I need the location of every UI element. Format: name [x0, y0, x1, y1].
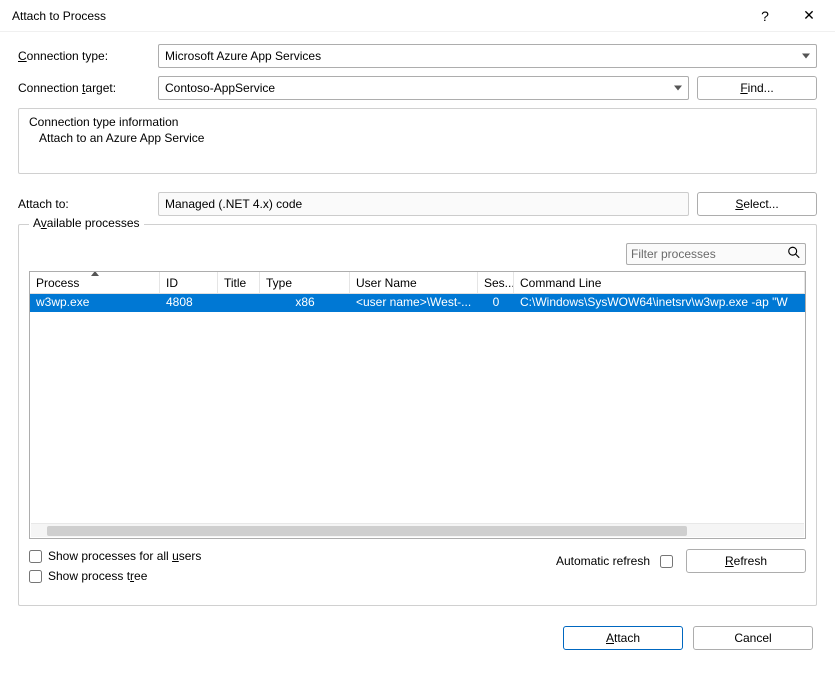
connection-type-label: Connection type: [18, 49, 158, 63]
connection-info-heading: Connection type information [29, 115, 806, 129]
table-row[interactable]: w3wp.exe 4808 x86 <user name>\West-... 0… [30, 294, 805, 312]
chevron-down-icon [802, 54, 810, 59]
table-header: Process ID Title Type User Name Ses... C… [30, 272, 805, 294]
title-bar: Attach to Process ? ✕ [0, 0, 835, 32]
find-button[interactable]: Find... [697, 76, 817, 100]
show-all-users-input[interactable] [29, 550, 42, 563]
scrollbar-thumb[interactable] [47, 526, 687, 536]
search-icon [787, 246, 801, 263]
select-button[interactable]: Select... [697, 192, 817, 216]
sort-asc-icon [91, 272, 99, 276]
show-process-tree-checkbox[interactable]: Show process tree [29, 569, 201, 583]
connection-target-combo[interactable]: Contoso-AppService [158, 76, 689, 100]
col-cmdline[interactable]: Command Line [514, 272, 805, 293]
connection-type-combo[interactable]: Microsoft Azure App Services [158, 44, 817, 68]
col-process[interactable]: Process [30, 272, 160, 293]
cell-cmdline: C:\Windows\SysWOW64\inetsrv\w3wp.exe -ap… [514, 294, 805, 312]
table-empty-area [30, 312, 805, 523]
process-table[interactable]: Process ID Title Type User Name Ses... C… [29, 271, 806, 539]
automatic-refresh-input[interactable] [660, 555, 673, 568]
available-processes-group: Available processes Filter processes Pro… [18, 224, 817, 606]
connection-info-box: Connection type information Attach to an… [18, 108, 817, 174]
horizontal-scrollbar[interactable] [31, 523, 804, 537]
cell-process: w3wp.exe [30, 294, 160, 312]
attach-to-field[interactable]: Managed (.NET 4.x) code [158, 192, 689, 216]
col-title[interactable]: Title [218, 272, 260, 293]
connection-type-value: Microsoft Azure App Services [165, 49, 321, 63]
close-button[interactable]: ✕ [787, 0, 831, 32]
col-type[interactable]: Type [260, 272, 350, 293]
help-button[interactable]: ? [743, 0, 787, 32]
cell-id: 4808 [160, 294, 218, 312]
filter-placeholder: Filter processes [631, 247, 716, 261]
attach-button[interactable]: Attach [563, 626, 683, 650]
connection-target-value: Contoso-AppService [165, 81, 275, 95]
cell-user: <user name>\West-... [350, 294, 478, 312]
attach-to-label: Attach to: [18, 197, 158, 211]
available-processes-legend: Available processes [29, 216, 144, 230]
filter-processes-input[interactable]: Filter processes [626, 243, 806, 265]
col-session[interactable]: Ses... [478, 272, 514, 293]
attach-to-value: Managed (.NET 4.x) code [165, 197, 302, 211]
col-user[interactable]: User Name [350, 272, 478, 293]
cell-type: x86 [260, 294, 350, 312]
window-title: Attach to Process [12, 9, 106, 23]
cell-title [218, 294, 260, 312]
chevron-down-icon [674, 86, 682, 91]
cancel-button[interactable]: Cancel [693, 626, 813, 650]
connection-info-line: Attach to an Azure App Service [29, 131, 806, 145]
cell-session: 0 [478, 294, 514, 312]
connection-target-label: Connection target: [18, 81, 158, 95]
col-id[interactable]: ID [160, 272, 218, 293]
show-process-tree-input[interactable] [29, 570, 42, 583]
automatic-refresh-checkbox[interactable]: Automatic refresh [556, 552, 676, 571]
refresh-button[interactable]: Refresh [686, 549, 806, 573]
show-all-users-checkbox[interactable]: Show processes for all users [29, 549, 201, 563]
